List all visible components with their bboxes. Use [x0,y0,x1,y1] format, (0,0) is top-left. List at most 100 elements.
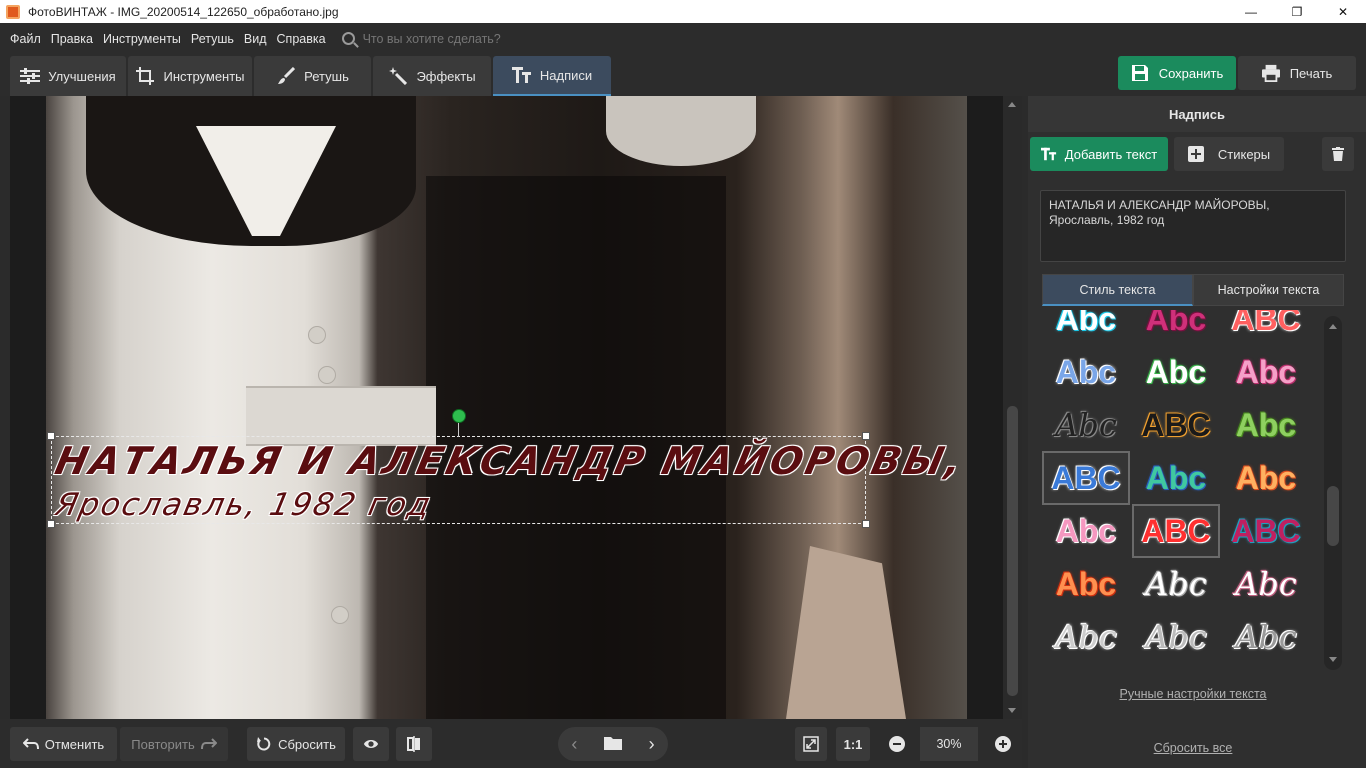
tab-text-style[interactable]: Стиль текста [1042,274,1193,306]
brush-icon [276,67,296,85]
panel-title: Надпись [1028,96,1366,132]
text-style-preset[interactable]: ABC [1222,310,1310,346]
undo-button[interactable]: Отменить [10,727,117,761]
scroll-thumb[interactable] [1007,406,1018,696]
canvas-scrollbar[interactable] [1003,96,1022,719]
zoom-out-icon [889,736,905,752]
minimize-button[interactable]: — [1228,0,1274,23]
delete-button[interactable] [1322,137,1354,171]
prev-file-button[interactable]: ‹ [571,734,577,755]
text-style-preset[interactable]: Abc [1132,451,1220,505]
text-style-preset[interactable]: Abc [1132,557,1220,611]
menu-edit[interactable]: Правка [51,32,93,46]
style-tabs: Стиль текста Настройки текста [1042,274,1344,306]
text-style-preset[interactable]: Abc [1222,345,1310,399]
printer-icon [1261,64,1280,82]
resize-handle-br[interactable] [862,520,870,528]
menu-help[interactable]: Справка [277,32,326,46]
mode-tabs: Улучшения Инструменты Ретушь Эффекты Над… [10,56,613,96]
tab-captions[interactable]: Надписи [493,56,611,96]
close-button[interactable]: ✕ [1320,0,1366,23]
caption-line-2: Ярославль, 1982 год [52,487,436,523]
scroll-down-icon[interactable] [1329,657,1337,662]
menu-tools[interactable]: Инструменты [103,32,181,46]
scroll-thumb[interactable] [1327,486,1339,546]
reset-label: Сбросить [278,736,336,752]
styles-scrollbar[interactable] [1324,316,1342,670]
tab-captions-label: Надписи [539,67,593,83]
text-style-preset[interactable]: Abc [1042,345,1130,399]
tab-enhancements[interactable]: Улучшения [10,56,126,96]
main-toolbar: Улучшения Инструменты Ретушь Эффекты Над… [0,54,1366,96]
tab-text-settings[interactable]: Настройки текста [1193,274,1344,306]
window-controls: — ❐ ✕ [1228,0,1366,23]
fit-screen-button[interactable] [795,727,827,761]
text-style-preset[interactable]: ABC [1042,451,1130,505]
text-style-preset[interactable]: ABC [1132,398,1220,452]
text-style-preset[interactable]: Abc [1132,610,1220,664]
print-label: Печать [1289,65,1333,81]
text-style-preset[interactable]: ABC [1132,504,1220,558]
text-style-preset[interactable]: Abc [1222,557,1310,611]
menu-bar: Файл Правка Инструменты Ретушь Вид Справ… [0,23,1366,54]
tab-retouch[interactable]: Ретушь [254,56,371,96]
text-style-preset[interactable]: Abc [1042,610,1130,664]
tab-effects[interactable]: Эффекты [373,56,491,96]
maximize-button[interactable]: ❐ [1274,0,1320,23]
save-button[interactable]: Сохранить [1118,56,1236,90]
print-button[interactable]: Печать [1238,56,1356,90]
scroll-up-icon[interactable] [1329,324,1337,329]
redo-button[interactable]: Повторить [120,727,228,761]
save-label: Сохранить [1158,65,1224,81]
add-text-button[interactable]: Добавить текст [1030,137,1168,171]
floppy-icon [1131,65,1148,81]
scroll-down-icon[interactable] [1008,708,1016,713]
search-input[interactable] [362,31,563,46]
text-style-preset[interactable]: Abc [1132,310,1220,346]
text-style-preset[interactable]: ABC [1222,504,1310,558]
zoom-in-icon [995,736,1011,752]
search-icon [341,32,355,45]
reset-all-link[interactable]: Сбросить все [1028,741,1358,755]
add-text-label: Добавить текст [1064,146,1158,162]
caption-text-input[interactable]: НАТАЛЬЯ И АЛЕКСАНДР МАЙОРОВЫ, Ярославль,… [1040,190,1346,262]
reset-button[interactable]: Сбросить [247,727,345,761]
actual-size-button[interactable]: 1:1 [836,727,870,761]
text-style-preset[interactable]: Abc [1222,398,1310,452]
text-style-preset[interactable]: Abc [1222,451,1310,505]
text-style-preset[interactable]: Abc [1042,398,1130,452]
resize-handle-tl[interactable] [47,432,55,440]
menu-retouch[interactable]: Ретушь [191,32,234,46]
text-style-preset[interactable]: Abc [1042,310,1130,346]
menu-file[interactable]: Файл [10,32,41,46]
menu-view[interactable]: Вид [244,32,267,46]
magic-wand-icon [388,67,408,85]
zoom-in-button[interactable] [986,727,1020,761]
next-file-button[interactable]: › [649,734,655,755]
scroll-up-icon[interactable] [1008,102,1016,107]
text-style-preset[interactable]: Abc [1042,504,1130,558]
photo-canvas[interactable]: НАТАЛЬЯ И АЛЕКСАНДР МАЙОРОВЫ, Ярославль,… [10,96,1022,719]
tab-tools[interactable]: Инструменты [128,56,252,96]
reset-icon [256,736,272,752]
text-style-preset[interactable]: Abc [1132,345,1220,399]
manual-settings-link[interactable]: Ручные настройки текста [1028,687,1358,701]
sliders-icon [20,67,41,85]
text-icon [511,66,532,84]
file-navigation: ‹ › [558,727,668,761]
compare-icon [406,736,422,752]
zoom-out-button[interactable] [880,727,914,761]
caption-text-box[interactable]: НАТАЛЬЯ И АЛЕКСАНДР МАЙОРОВЫ, Ярославль,… [47,409,969,528]
text-style-preset[interactable]: Abc [1042,557,1130,611]
undo-icon [22,736,39,752]
stickers-button[interactable]: Стикеры [1174,137,1284,171]
rotate-handle[interactable] [452,409,466,423]
search-box [341,31,563,46]
text-style-preset[interactable]: Abc [1222,610,1310,664]
preview-button[interactable] [353,727,389,761]
text-styles-grid: Abc Abc ABC Abc Abc Abc Abc ABC Abc ABC Abc Abc Abc A… [1042,310,1318,670]
compare-button[interactable] [396,727,432,761]
zoom-value[interactable]: 30% [920,727,978,761]
tab-retouch-label: Ретушь [304,68,349,84]
folder-icon[interactable] [603,736,622,753]
